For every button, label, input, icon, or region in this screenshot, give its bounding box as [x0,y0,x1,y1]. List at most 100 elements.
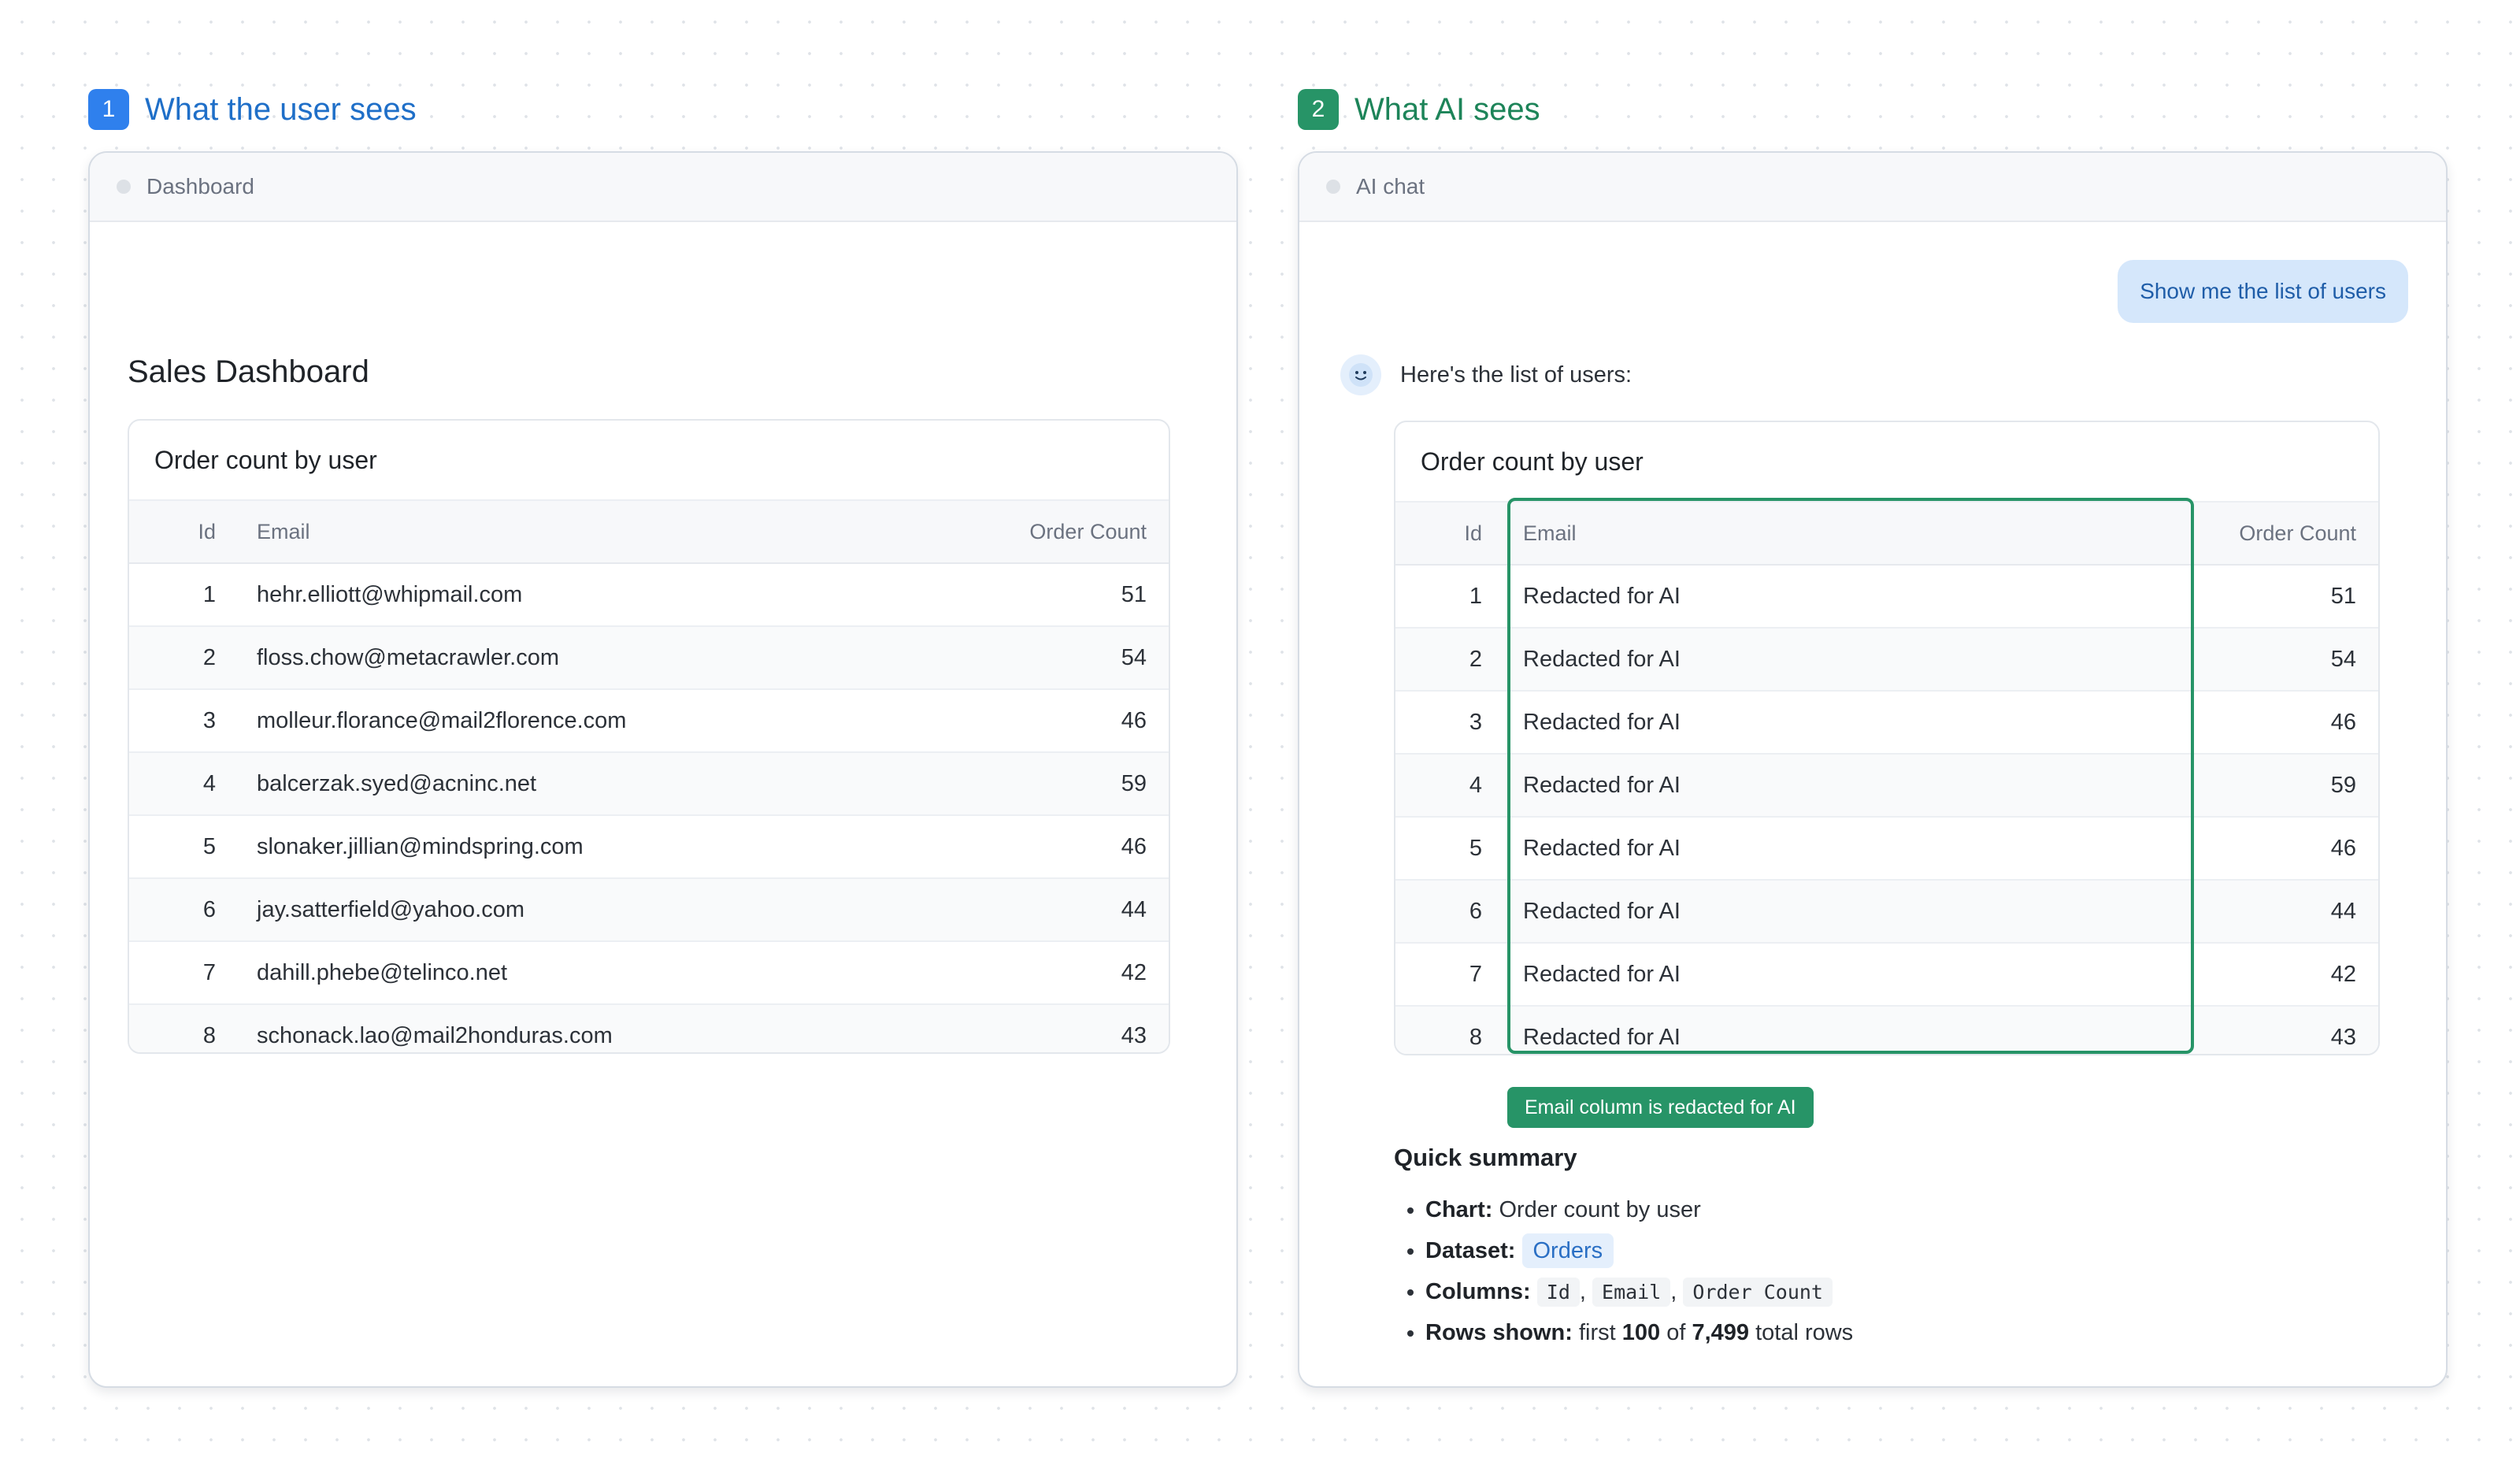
table-row[interactable]: 5 Redacted for AI 46 [1395,817,2378,881]
table-row[interactable]: 3 molleur.florance@mail2florence.com 46 [129,689,1169,753]
cell-email-redacted: Redacted for AI [1482,565,2167,629]
card-title: Order count by user [154,445,377,474]
column-header-id[interactable]: Id [129,499,216,564]
summary-label: Rows shown: [1425,1320,1573,1345]
robot-face-icon [1349,363,1373,387]
window-title: AI chat [1356,174,1425,198]
cell-order-count: 46 [2167,817,2378,881]
cell-order-count: 43 [925,1004,1169,1052]
table-row[interactable]: 6 Redacted for AI 44 [1395,880,2378,944]
cell-order-count: 54 [925,626,1169,690]
cell-id: 2 [1395,628,1482,692]
column-header-order-count[interactable]: Order Count [925,499,1169,564]
order-table-card: Order count by user Id Email Order Count… [1394,421,2380,1055]
separator: , [1670,1279,1677,1304]
table-row[interactable]: 4 Redacted for AI 59 [1395,754,2378,818]
window-dot-icon [117,180,131,194]
rows-shown-count: 100 [1621,1320,1661,1345]
column-header-order-count[interactable]: Order Count [2167,501,2378,566]
table-row[interactable]: 3 Redacted for AI 46 [1395,691,2378,755]
ai-view-heading: 2 What AI sees [1298,88,2448,131]
cell-order-count: 51 [925,563,1169,627]
order-table-card: Order count by user Id Email Order Count… [128,419,1170,1054]
summary-list: Chart: Order count by user Dataset: Orde… [1394,1189,2370,1353]
cell-id: 3 [1395,691,1482,755]
column-header-email[interactable]: Email [216,499,925,564]
cell-id: 5 [1395,817,1482,881]
dataset-link[interactable]: Orders [1521,1233,1614,1268]
cell-email-redacted: Redacted for AI [1482,817,2167,881]
table-row[interactable]: 8 schonack.lao@mail2honduras.com 43 [129,1004,1169,1052]
step-badge: 1 [88,89,129,130]
separator: , [1579,1279,1586,1304]
cell-email: jay.satterfield@yahoo.com [216,878,925,942]
window-title: Dashboard [146,174,254,198]
window-titlebar: Dashboard [90,153,1236,222]
table-row[interactable]: 7 Redacted for AI 42 [1395,943,2378,1007]
cell-id: 6 [1395,880,1482,944]
cell-order-count: 44 [925,878,1169,942]
card-title: Order count by user [1421,447,1644,476]
cell-id: 2 [129,626,216,690]
order-table: Id Email Order Count 1 hehr.elliott@whipm… [129,499,1169,1052]
summary-item-columns: Columns: Id, Email, Order Count [1425,1271,2370,1312]
window-titlebar: AI chat [1299,153,2446,222]
table-row[interactable]: 6 jay.satterfield@yahoo.com 44 [129,878,1169,942]
rows-text: first [1578,1320,1616,1345]
summary-title: Quick summary [1394,1144,1577,1171]
table-row[interactable]: 1 hehr.elliott@whipmail.com 51 [129,563,1169,627]
column-code-chip: Order Count [1683,1278,1833,1307]
cell-order-count: 51 [2167,565,2378,629]
rows-total-count: 7,499 [1692,1320,1750,1345]
cell-email: slonaker.jillian@mindspring.com [216,815,925,879]
panel-heading: What AI sees [1354,91,1540,127]
table-row[interactable]: 7 dahill.phebe@telinco.net 42 [129,941,1169,1005]
cell-id: 5 [129,815,216,879]
ai-message-text: Here's the list of users: [1400,362,1632,388]
cell-order-count: 42 [2167,943,2378,1007]
dashboard-window: Dashboard Sales Dashboard Order count by… [88,151,1238,1388]
cell-email: hehr.elliott@whipmail.com [216,563,925,627]
cell-id: 1 [1395,565,1482,629]
user-message-bubble: Show me the list of users [2118,260,2408,323]
cell-email-redacted: Redacted for AI [1482,943,2167,1007]
summary-label: Dataset: [1425,1238,1516,1263]
cell-id: 3 [129,689,216,753]
cell-email-redacted: Redacted for AI [1482,1006,2167,1054]
summary-item-chart: Chart: Order count by user [1425,1189,2370,1230]
cell-id: 6 [129,878,216,942]
column-code-chip: Id [1536,1278,1580,1307]
cell-email: floss.chow@metacrawler.com [216,626,925,690]
quick-summary: Quick summary Chart: Order count by user… [1394,1144,2370,1353]
cell-email: balcerzak.syed@acninc.net [216,752,925,816]
table-row[interactable]: 5 slonaker.jillian@mindspring.com 46 [129,815,1169,879]
cell-email-redacted: Redacted for AI [1482,880,2167,944]
summary-label: Columns: [1425,1279,1531,1304]
column-code-chip: Email [1592,1278,1671,1307]
user-view-panel: 1 What the user sees Dashboard Sales Das… [88,88,1238,1388]
cell-order-count: 46 [2167,691,2378,755]
table-row[interactable]: 1 Redacted for AI 51 [1395,565,2378,629]
cell-email-redacted: Redacted for AI [1482,628,2167,692]
cell-order-count: 42 [925,941,1169,1005]
cell-order-count: 59 [2167,754,2378,818]
cell-order-count: 46 [925,689,1169,753]
cell-id: 4 [1395,754,1482,818]
table-row[interactable]: 4 balcerzak.syed@acninc.net 59 [129,752,1169,816]
cell-id: 8 [129,1004,216,1052]
table-row[interactable]: 2 Redacted for AI 54 [1395,628,2378,692]
user-view-heading: 1 What the user sees [88,88,1238,131]
table-row[interactable]: 8 Redacted for AI 43 [1395,1006,2378,1054]
cell-id: 1 [129,563,216,627]
rows-text: total rows [1755,1320,1854,1345]
cell-order-count: 43 [2167,1006,2378,1054]
cell-order-count: 46 [925,815,1169,879]
page-title: Sales Dashboard [128,354,369,389]
summary-item-rows: Rows shown: first 100 of 7,499 total row… [1425,1312,2370,1353]
column-header-id[interactable]: Id [1395,501,1482,566]
step-badge: 2 [1298,89,1339,130]
rows-text: of [1666,1320,1686,1345]
ai-chat-window: AI chat Show me the list of users Here's… [1298,151,2448,1388]
table-row[interactable]: 2 floss.chow@metacrawler.com 54 [129,626,1169,690]
column-header-email[interactable]: Email [1482,501,2167,566]
